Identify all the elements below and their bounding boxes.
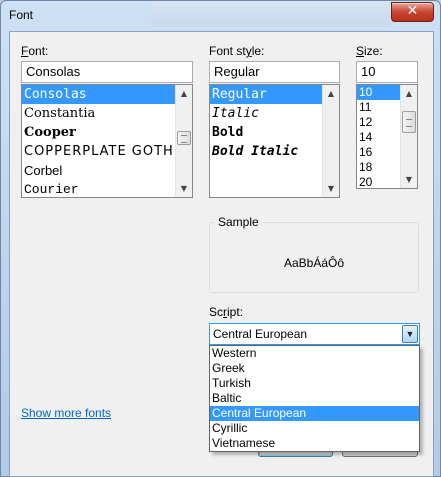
list-item[interactable]: Corbel xyxy=(22,161,175,180)
scroll-down-arrow-icon[interactable]: ▼ xyxy=(176,180,192,197)
list-item[interactable]: Constantia xyxy=(22,104,175,123)
font-label: Font: xyxy=(21,44,49,58)
font-input[interactable]: Consolas xyxy=(21,61,193,83)
dropdown-option[interactable]: Baltic xyxy=(210,391,419,406)
dropdown-option[interactable]: Greek xyxy=(210,361,419,376)
sample-preview-text: AaBbÁáÔô xyxy=(283,256,345,270)
close-button[interactable]: ✕ xyxy=(391,2,434,22)
size-list[interactable]: 10 11 12 14 16 18 20 ▲ ▼ xyxy=(356,84,418,189)
dropdown-option[interactable]: Central European xyxy=(210,406,419,421)
size-list-items: 10 11 12 14 16 18 20 xyxy=(357,85,400,188)
list-item[interactable]: Bold xyxy=(210,123,322,142)
font-style-list-scrollbar[interactable]: ▲ ▼ xyxy=(322,85,339,197)
scroll-down-arrow-icon[interactable]: ▼ xyxy=(323,180,339,197)
font-style-list[interactable]: Regular Italic Bold Bold Italic ▲ ▼ xyxy=(209,84,340,198)
script-selected-value: Central European xyxy=(213,327,308,341)
font-list[interactable]: Consolas Constantia Cooper COPPERPLATE GOTH… xyxy=(21,84,193,198)
dropdown-option[interactable]: Vietnamese xyxy=(210,436,419,451)
scroll-up-arrow-icon[interactable]: ▲ xyxy=(323,85,339,102)
list-item[interactable]: COPPERPLATE GOTHIC xyxy=(22,142,175,161)
background-window-strip xyxy=(151,1,391,27)
font-style-list-items: Regular Italic Bold Bold Italic xyxy=(210,85,322,197)
size-label: Size: xyxy=(356,44,383,58)
scroll-up-arrow-icon[interactable]: ▲ xyxy=(176,85,192,102)
scroll-thumb[interactable] xyxy=(177,130,191,145)
list-item[interactable]: Italic xyxy=(210,104,322,123)
scroll-down-arrow-icon[interactable]: ▼ xyxy=(401,171,417,188)
script-combobox[interactable]: Central European ▼ xyxy=(209,323,420,345)
font-list-items: Consolas Constantia Cooper COPPERPLATE GOTH… xyxy=(22,85,175,197)
close-icon: ✕ xyxy=(406,3,419,19)
size-input[interactable]: 10 xyxy=(356,61,418,83)
list-item[interactable]: 10 xyxy=(357,85,400,100)
sample-label: Sample xyxy=(215,215,262,229)
script-dropdown-list[interactable]: Western Greek Turkish Baltic Central Europea… xyxy=(209,345,420,452)
dialog-client-area: Font: Consolas Consolas Constantia Cooper C… xyxy=(9,31,434,477)
font-style-input[interactable]: Regular xyxy=(209,61,340,83)
size-list-scrollbar[interactable]: ▲ ▼ xyxy=(400,85,417,188)
font-dialog: Font ✕ Font: Consolas Consolas Constantia… xyxy=(0,0,441,477)
list-item[interactable]: 18 xyxy=(357,160,400,175)
list-item[interactable]: 14 xyxy=(357,130,400,145)
font-style-label: Font style: xyxy=(209,44,265,58)
list-item[interactable]: 12 xyxy=(357,115,400,130)
list-item[interactable]: 16 xyxy=(357,145,400,160)
list-item[interactable]: Consolas xyxy=(22,85,175,104)
dropdown-option[interactable]: Western xyxy=(210,346,419,361)
dialog-title: Font xyxy=(9,8,34,22)
list-item[interactable]: Courier xyxy=(22,180,175,197)
chevron-down-icon[interactable]: ▼ xyxy=(402,325,418,343)
list-item[interactable]: Bold Italic xyxy=(210,142,322,161)
script-label: Script: xyxy=(209,305,244,319)
show-more-fonts-link[interactable]: Show more fonts xyxy=(21,406,111,420)
dropdown-option[interactable]: Cyrillic xyxy=(210,421,419,436)
list-item[interactable]: Regular xyxy=(210,85,322,104)
list-item[interactable]: 20 xyxy=(357,175,400,188)
scroll-thumb[interactable] xyxy=(402,111,416,134)
list-item[interactable]: 11 xyxy=(357,100,400,115)
dropdown-option[interactable]: Turkish xyxy=(210,376,419,391)
scroll-up-arrow-icon[interactable]: ▲ xyxy=(401,85,417,102)
list-item[interactable]: Cooper xyxy=(22,123,175,142)
font-list-scrollbar[interactable]: ▲ ▼ xyxy=(175,85,192,197)
